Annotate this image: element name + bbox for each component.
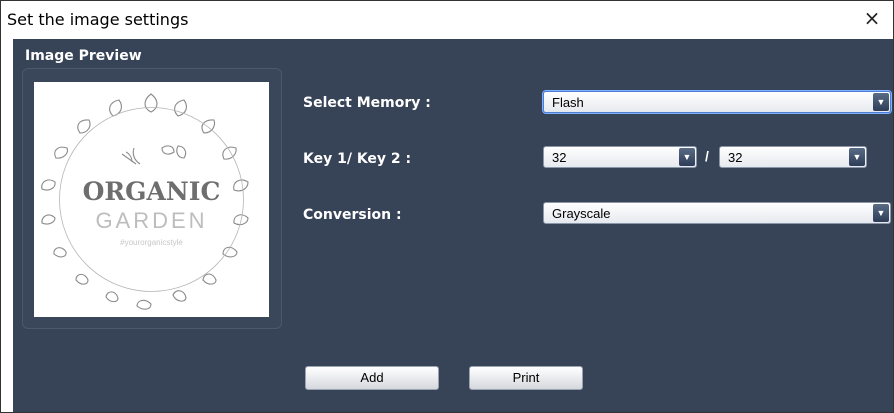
preview-image: ORGANIC GARDEN #yourorganicstyle: [34, 82, 269, 317]
organic-garden-logo: ORGANIC GARDEN #yourorganicstyle: [41, 93, 249, 310]
key1-value: 32: [552, 150, 567, 165]
image-settings-dialog: Set the image settings × Image Preview O…: [0, 0, 894, 413]
key1-select[interactable]: 32 ▼: [543, 146, 697, 168]
logo-line2: GARDEN: [95, 208, 207, 233]
logo-tagline: #yourorganicstyle: [120, 238, 183, 247]
logo-line1: ORGANIC: [83, 177, 221, 206]
key2-select[interactable]: 32 ▼: [719, 146, 867, 168]
image-preview-label: Image Preview: [25, 48, 142, 64]
memory-select-value: Flash: [552, 95, 584, 110]
close-icon[interactable]: ×: [861, 7, 883, 29]
conversion-value: Grayscale: [552, 206, 611, 221]
memory-select[interactable]: Flash ▼: [543, 91, 891, 113]
key2-value: 32: [728, 150, 743, 165]
settings-panel: Image Preview ORGANIC GARDEN #yourorgani…: [13, 39, 893, 412]
chevron-down-icon[interactable]: ▼: [679, 148, 695, 166]
conversion-select[interactable]: Grayscale ▼: [543, 202, 891, 224]
image-preview-frame: ORGANIC GARDEN #yourorganicstyle: [22, 68, 282, 329]
window-title: Set the image settings: [7, 10, 189, 29]
chevron-down-icon[interactable]: ▼: [873, 204, 889, 222]
add-button[interactable]: Add: [305, 366, 439, 390]
key-label: Key 1/ Key 2 :: [303, 151, 412, 167]
select-memory-label: Select Memory :: [303, 95, 431, 111]
chevron-down-icon[interactable]: ▼: [873, 93, 889, 111]
conversion-label: Conversion :: [303, 207, 402, 223]
chevron-down-icon[interactable]: ▼: [849, 148, 865, 166]
key-separator: /: [705, 148, 709, 164]
print-button[interactable]: Print: [469, 366, 583, 390]
title-bar: Set the image settings ×: [1, 1, 893, 39]
